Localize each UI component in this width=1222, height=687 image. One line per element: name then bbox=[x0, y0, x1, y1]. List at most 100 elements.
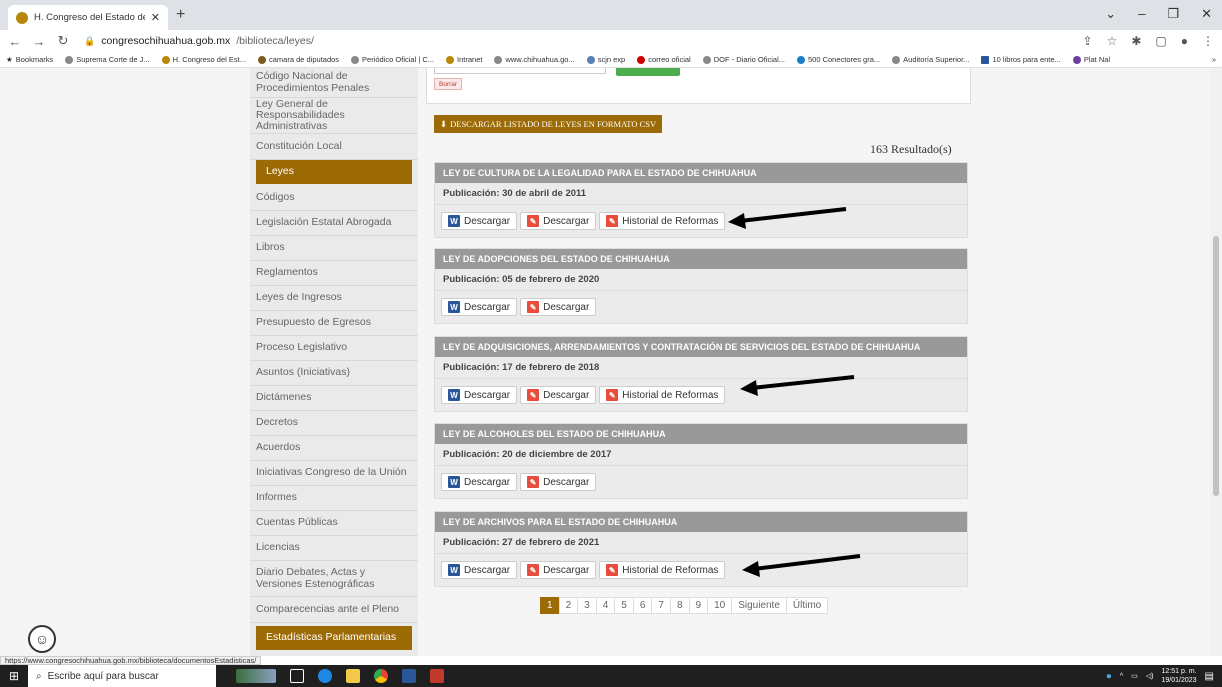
sidebar-item-leyes-ingresos[interactable]: Leyes de Ingresos bbox=[250, 286, 418, 311]
edge-icon[interactable] bbox=[318, 669, 332, 683]
taskbar-search[interactable]: ⌕ Escribe aquí para buscar bbox=[28, 665, 216, 687]
new-tab-button[interactable]: + bbox=[176, 6, 185, 24]
sidebar-item-constitucion[interactable]: Constitución Local bbox=[250, 134, 418, 160]
download-word-button[interactable]: W Descargar bbox=[441, 212, 518, 230]
back-icon[interactable]: ← bbox=[8, 34, 22, 49]
windows-start-icon[interactable]: ⊞ bbox=[0, 669, 28, 683]
page-2-button[interactable]: 2 bbox=[558, 597, 579, 614]
sidebar-item-licencias[interactable]: Licencias bbox=[250, 536, 418, 561]
reload-icon[interactable]: ↻ bbox=[56, 33, 70, 49]
download-word-button[interactable]: W Descargar bbox=[441, 561, 518, 579]
search-button[interactable] bbox=[616, 68, 680, 76]
sidebar-item-comparecencias[interactable]: Comparecencias ante el Pleno bbox=[250, 597, 418, 623]
extensions-icon[interactable]: ✱ bbox=[1131, 34, 1141, 48]
sidebar-item-codigo-nacional[interactable]: Código Nacional de Procedimientos Penale… bbox=[250, 68, 418, 98]
menu-icon[interactable]: ⋮ bbox=[1202, 34, 1214, 48]
reform-history-button[interactable]: ✎ Historial de Reformas bbox=[599, 561, 726, 579]
address-bar[interactable]: 🔒 congresochihuahua.gob.mx/biblioteca/le… bbox=[84, 35, 1073, 47]
sidebar-item-decretos[interactable]: Decretos bbox=[250, 411, 418, 436]
sidebar-item-acuerdos[interactable]: Acuerdos bbox=[250, 436, 418, 461]
bookmark-item[interactable]: scjn exp bbox=[586, 55, 625, 64]
sidebar-item-informes[interactable]: Informes bbox=[250, 486, 418, 511]
tab-close-icon[interactable]: ✕ bbox=[151, 11, 160, 24]
page-8-button[interactable]: 8 bbox=[669, 597, 690, 614]
download-word-button[interactable]: W Descargar bbox=[441, 386, 518, 404]
task-view-icon[interactable] bbox=[290, 669, 304, 683]
filter-input[interactable] bbox=[434, 68, 606, 74]
weather-icon[interactable]: ● bbox=[1106, 671, 1112, 682]
sidebar-item-asuntos[interactable]: Asuntos (Iniciativas) bbox=[250, 361, 418, 386]
sidebar-item-estadisticas[interactable]: Estadísticas Parlamentarias bbox=[256, 626, 412, 650]
sidebar-item-iniciativas-union[interactable]: Iniciativas Congreso de la Unión bbox=[250, 461, 418, 486]
download-pdf-button[interactable]: ✎ Descargar bbox=[520, 298, 597, 316]
share-icon[interactable]: ⇪ bbox=[1083, 34, 1093, 48]
page-10-button[interactable]: 10 bbox=[707, 597, 733, 614]
sidebar-item-presupuesto[interactable]: Presupuesto de Egresos bbox=[250, 311, 418, 336]
bookmark-item[interactable]: 10 libros para ente... bbox=[981, 55, 1061, 64]
bookmark-item[interactable]: DOF - Diario Oficial... bbox=[702, 55, 785, 64]
sidebar-item-ley-general[interactable]: Ley General de Responsabilidades Adminis… bbox=[250, 98, 418, 134]
bookmark-item[interactable]: camara de diputados bbox=[258, 55, 339, 64]
next-page-button[interactable]: Siguiente bbox=[731, 597, 787, 614]
network-icon[interactable]: ▭ bbox=[1131, 672, 1138, 680]
volume-icon[interactable]: ◁) bbox=[1146, 672, 1154, 680]
file-explorer-icon[interactable] bbox=[346, 669, 360, 683]
bookmark-item[interactable]: correo oficial bbox=[637, 55, 691, 64]
scrollbar-thumb[interactable] bbox=[1213, 236, 1219, 496]
sidebar-item-codigos[interactable]: Códigos bbox=[250, 186, 418, 211]
reform-history-button[interactable]: ✎ Historial de Reformas bbox=[599, 212, 726, 230]
browser-tab[interactable]: H. Congreso del Estado de Chih ✕ bbox=[8, 5, 168, 30]
page-3-button[interactable]: 3 bbox=[577, 597, 597, 614]
accessibility-icon[interactable]: ☺ bbox=[28, 625, 56, 653]
sidebar-item-reglamentos[interactable]: Reglamentos bbox=[250, 261, 418, 286]
bookmarks-more[interactable]: » bbox=[1212, 55, 1216, 64]
bookmark-item[interactable]: Periódico Oficial | C... bbox=[351, 55, 434, 64]
sidebar-item-leyes[interactable]: Leyes bbox=[256, 160, 412, 184]
download-pdf-button[interactable]: ✎ Descargar bbox=[520, 212, 597, 230]
download-pdf-button[interactable]: ✎ Descargar bbox=[520, 473, 597, 491]
minimize-icon[interactable]: – bbox=[1138, 6, 1145, 22]
reform-history-button[interactable]: ✎ Historial de Reformas bbox=[599, 386, 726, 404]
bookmark-item[interactable]: 500 Conectores gra... bbox=[797, 55, 880, 64]
close-window-icon[interactable]: ✕ bbox=[1201, 6, 1212, 22]
sidebar-icon[interactable]: ▢ bbox=[1155, 34, 1166, 48]
bookmark-item[interactable]: www.chihuahua.go... bbox=[494, 55, 575, 64]
page-9-button[interactable]: 9 bbox=[688, 597, 709, 614]
sidebar-item-legislacion-abrogada[interactable]: Legislación Estatal Abrogada bbox=[250, 211, 418, 236]
chrome-icon[interactable] bbox=[374, 669, 388, 683]
bookmark-item[interactable]: ★ Bookmarks bbox=[6, 55, 53, 64]
bookmark-star-icon[interactable]: ☆ bbox=[1107, 34, 1118, 48]
download-word-button[interactable]: W Descargar bbox=[441, 298, 518, 316]
last-page-button[interactable]: Último bbox=[785, 597, 829, 614]
sidebar-item-cuentas-publicas[interactable]: Cuentas Públicas bbox=[250, 511, 418, 536]
download-csv-button[interactable]: ⬇ DESCARGAR LISTADO DE LEYES EN FORMATO … bbox=[434, 115, 663, 133]
bookmark-item[interactable]: H. Congreso del Est... bbox=[161, 55, 246, 64]
download-pdf-button[interactable]: ✎ Descargar bbox=[520, 561, 597, 579]
sidebar-item-proceso-legislativo[interactable]: Proceso Legislativo bbox=[250, 336, 418, 361]
page-4-button[interactable]: 4 bbox=[595, 597, 616, 614]
page-scrollbar[interactable] bbox=[1210, 68, 1222, 656]
tray-chevron-icon[interactable]: ^ bbox=[1120, 673, 1123, 680]
page-1-button[interactable]: 1 bbox=[540, 597, 560, 614]
restore-icon[interactable]: ❐ bbox=[1167, 6, 1179, 22]
word-app-icon[interactable] bbox=[402, 669, 416, 683]
tab-search-icon[interactable]: ⌄ bbox=[1105, 6, 1116, 22]
bookmark-item[interactable]: Intranet bbox=[446, 55, 482, 64]
clock[interactable]: 12:51 p. m. 19/01/2023 bbox=[1162, 667, 1197, 685]
profile-icon[interactable]: ● bbox=[1181, 34, 1188, 48]
page-7-button[interactable]: 7 bbox=[651, 597, 671, 614]
forward-icon[interactable]: → bbox=[32, 34, 46, 49]
download-word-button[interactable]: W Descargar bbox=[441, 473, 518, 491]
bookmark-item[interactable]: Suprema Corte de J... bbox=[65, 55, 150, 64]
borrar-button[interactable]: Borrar bbox=[434, 78, 463, 90]
landscape-widget-icon[interactable] bbox=[236, 669, 276, 683]
sidebar-item-diario-debates[interactable]: Diario Debates, Actas y Versiones Esteno… bbox=[250, 561, 418, 597]
page-6-button[interactable]: 6 bbox=[632, 597, 653, 614]
bookmark-item[interactable]: Plat Nal bbox=[1072, 55, 1110, 64]
page-5-button[interactable]: 5 bbox=[614, 597, 634, 614]
notifications-icon[interactable]: ▤ bbox=[1205, 671, 1214, 682]
bookmark-item[interactable]: Auditoría Superior... bbox=[892, 55, 969, 64]
sidebar-item-dictamenes[interactable]: Dictámenes bbox=[250, 386, 418, 411]
sidebar-item-libros[interactable]: Libros bbox=[250, 236, 418, 261]
congreso-app-icon[interactable] bbox=[430, 669, 444, 683]
